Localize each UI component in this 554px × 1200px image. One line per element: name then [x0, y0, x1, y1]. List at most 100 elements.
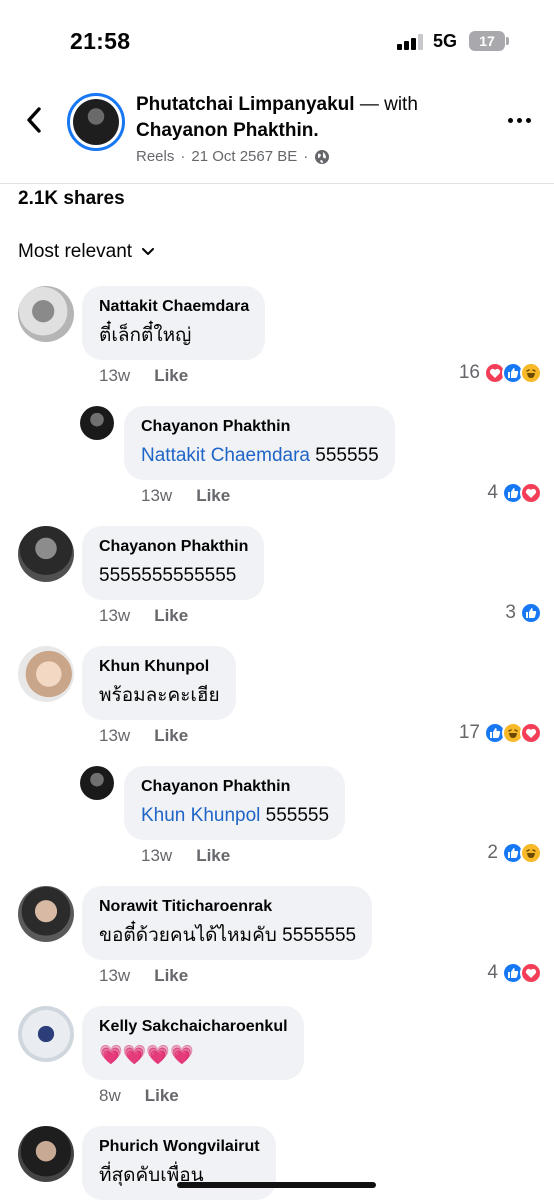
tagged-name[interactable]: Chayanon Phakthin. — [136, 120, 319, 141]
comment-time: 13w — [141, 486, 173, 505]
comment-text: ขอตี๋ด้วยคนได้ไหมคับ 5555555 — [99, 925, 357, 946]
like-button[interactable]: Like — [154, 726, 188, 746]
sort-dropdown[interactable]: Most relevant — [18, 241, 155, 263]
author-avatar[interactable] — [67, 93, 125, 151]
comment-body: 555555 — [309, 445, 379, 466]
comment-time: 8w — [99, 1086, 121, 1105]
comment-bubble[interactable]: Chayanon Phakthin Khun Khunpol 555555 — [124, 766, 346, 840]
comment: Norawit Titicharoenrak ขอตี๋ด้วยคนได้ไหม… — [0, 886, 554, 1006]
commenter-name[interactable]: Kelly Sakchaicharoenkul — [99, 1016, 288, 1038]
chevron-down-icon — [142, 248, 155, 255]
comment: Kelly Sakchaicharoenkul 💗💗💗💗 8w Like — [0, 1006, 554, 1126]
comment-actions: 8w Like — [99, 1086, 179, 1106]
comment-time: 13w — [141, 846, 173, 865]
comment-actions: 13w Like — [141, 486, 230, 506]
reaction-summary[interactable]: 3 — [505, 602, 542, 624]
mentioned-user[interactable]: Nattakit Chaemdara — [141, 445, 310, 466]
reaction-count: 16 — [458, 362, 480, 383]
comment-time: 13w — [99, 726, 131, 745]
reaction-summary[interactable]: 17 — [459, 722, 542, 744]
commenter-avatar[interactable] — [18, 526, 74, 582]
comment-text: Nattakit Chaemdara 555555 — [141, 443, 379, 469]
commenter-avatar[interactable] — [80, 406, 114, 440]
post-header: Phutatchai Limpanyakul — with Chayanon P… — [0, 80, 554, 184]
reaction-summary[interactable]: 4 — [487, 482, 542, 504]
battery-icon: 17 — [469, 31, 505, 51]
with-text: — with — [354, 94, 418, 115]
post-date[interactable]: 21 Oct 2567 BE — [191, 148, 297, 165]
comment-actions: 13w Like — [141, 846, 230, 866]
love-reaction-icon — [520, 722, 542, 744]
commenter-avatar[interactable] — [18, 1006, 74, 1062]
commenter-name[interactable]: Chayanon Phakthin — [99, 536, 248, 558]
post-author-line: Phutatchai Limpanyakul — with Chayanon P… — [136, 92, 476, 144]
comment: Khun Khunpol พร้อมละคะเฮีย 13w Like 17 — [0, 646, 554, 766]
chevron-left-icon — [27, 107, 41, 133]
love-reaction-icon — [520, 962, 542, 984]
comment-bubble[interactable]: Khun Khunpol พร้อมละคะเฮีย — [82, 646, 236, 720]
haha-reaction-icon — [520, 362, 542, 384]
like-button[interactable]: Like — [154, 966, 188, 986]
meta-separator: · — [180, 148, 186, 165]
comment-body: 555555 — [260, 805, 330, 826]
post-source[interactable]: Reels — [136, 148, 174, 165]
love-reaction-icon — [520, 482, 542, 504]
reaction-summary[interactable]: 4 — [487, 962, 542, 984]
meta-separator: · — [303, 148, 309, 165]
comment-text: 💗💗💗💗 — [99, 1045, 194, 1066]
more-options-button[interactable] — [504, 108, 534, 132]
comment-bubble[interactable]: Nattakit Chaemdara ตี๋เล็กตี๋ใหญ่ — [82, 286, 266, 360]
comment-bubble[interactable]: Phurich Wongvilairut ที่สุดคับเพื่อน — [82, 1126, 276, 1200]
reaction-summary[interactable]: 2 — [487, 842, 542, 864]
commenter-avatar[interactable] — [18, 1126, 74, 1182]
like-reaction-icon — [520, 602, 542, 624]
comment-actions: 13w Like — [99, 366, 188, 386]
like-button[interactable]: Like — [196, 846, 230, 866]
comment-text: Khun Khunpol 555555 — [141, 803, 329, 829]
like-button[interactable]: Like — [154, 606, 188, 626]
reaction-count: 4 — [487, 962, 498, 983]
commenter-avatar[interactable] — [80, 766, 114, 800]
like-button[interactable]: Like — [145, 1086, 179, 1106]
comment-text: 5555555555555 — [99, 565, 237, 586]
commenter-avatar[interactable] — [18, 646, 74, 702]
cellular-signal-icon — [397, 34, 425, 50]
comment: Chayanon Phakthin 5555555555555 13w Like… — [0, 526, 554, 646]
commenter-name[interactable]: Chayanon Phakthin — [141, 776, 329, 798]
shares-count[interactable]: 2.1K shares — [18, 188, 125, 210]
mentioned-user[interactable]: Khun Khunpol — [141, 805, 260, 826]
comment-bubble[interactable]: Chayanon Phakthin Nattakit Chaemdara 555… — [124, 406, 395, 480]
back-button[interactable] — [18, 102, 50, 138]
like-button[interactable]: Like — [196, 486, 230, 506]
reaction-count: 17 — [458, 722, 480, 743]
commenter-avatar[interactable] — [18, 886, 74, 942]
comment-time: 13w — [99, 366, 131, 385]
comment-bubble[interactable]: Kelly Sakchaicharoenkul 💗💗💗💗 — [82, 1006, 304, 1080]
battery-tip — [506, 37, 509, 45]
comment-bubble[interactable]: Chayanon Phakthin 5555555555555 — [82, 526, 265, 600]
commenter-name[interactable]: Phurich Wongvilairut — [99, 1136, 260, 1158]
reaction-count: 4 — [487, 482, 498, 503]
author-name[interactable]: Phutatchai Limpanyakul — [136, 94, 355, 115]
commenter-name[interactable]: Norawit Titicharoenrak — [99, 896, 356, 918]
commenter-name[interactable]: Chayanon Phakthin — [141, 416, 379, 438]
commenter-name[interactable]: Nattakit Chaemdara — [99, 296, 249, 318]
comment-text: พร้อมละคะเฮีย — [99, 685, 220, 706]
reply-comment: Chayanon Phakthin Nattakit Chaemdara 555… — [0, 406, 554, 526]
commenter-avatar[interactable] — [18, 286, 74, 342]
comment-bubble[interactable]: Norawit Titicharoenrak ขอตี๋ด้วยคนได้ไหม… — [82, 886, 373, 960]
like-button[interactable]: Like — [154, 366, 188, 386]
status-time: 21:58 — [70, 28, 131, 54]
network-type: 5G — [433, 31, 458, 51]
comment: Nattakit Chaemdara ตี๋เล็กตี๋ใหญ่ 13w Li… — [0, 286, 554, 406]
reply-comment: Chayanon Phakthin Khun Khunpol 555555 13… — [0, 766, 554, 886]
comment: Phurich Wongvilairut ที่สุดคับเพื่อน — [0, 1126, 554, 1200]
haha-reaction-icon — [520, 842, 542, 864]
status-bar: 21:58 5G 17 — [0, 0, 554, 80]
globe-icon — [315, 149, 330, 164]
comment-actions: 13w Like — [99, 606, 188, 626]
reaction-summary[interactable]: 16 — [459, 362, 542, 384]
home-indicator[interactable] — [177, 1182, 376, 1188]
comment-time: 13w — [99, 606, 131, 625]
commenter-name[interactable]: Khun Khunpol — [99, 656, 220, 678]
